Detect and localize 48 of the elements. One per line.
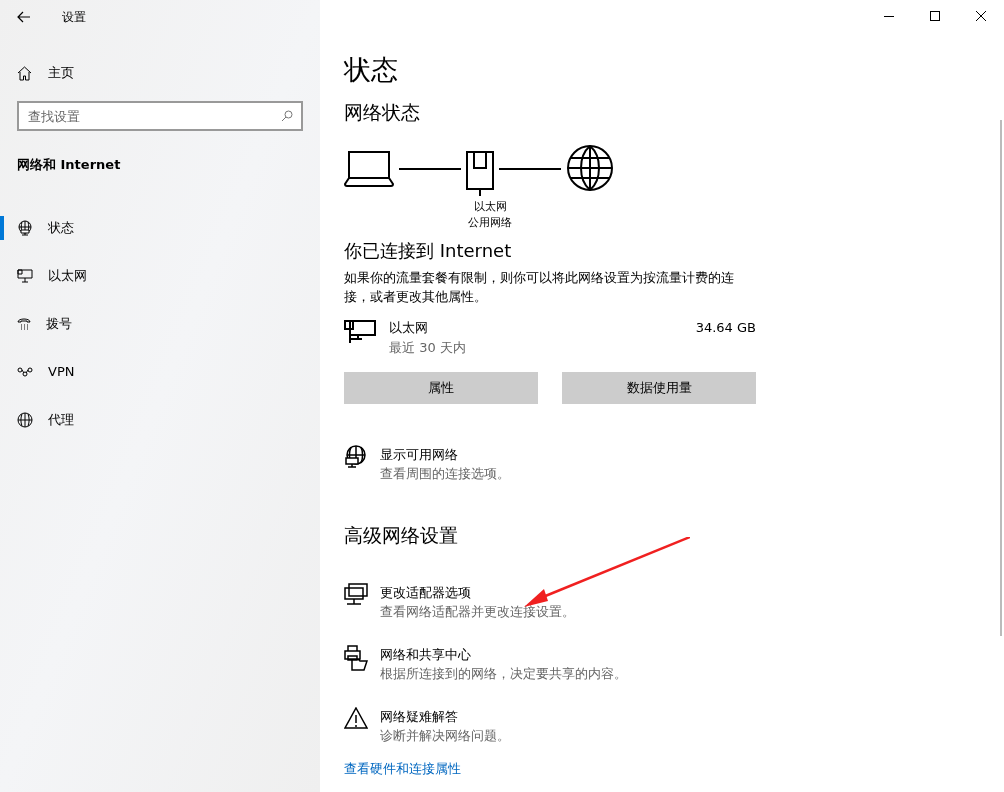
usage-name: 以太网: [389, 318, 429, 337]
ethernet-port-icon: [466, 150, 494, 196]
minimize-icon: [884, 15, 894, 17]
maximize-icon: [930, 11, 940, 21]
home-item[interactable]: 主页: [0, 55, 320, 91]
settings-link[interactable]: 网络疑难解答 诊断并解决网络问题。: [344, 707, 760, 745]
window-title: 设置: [62, 9, 86, 26]
section-heading: 高级网络设置: [344, 522, 459, 548]
laptop-icon: [344, 150, 394, 187]
globe-icon: [17, 411, 33, 428]
sidebar-item[interactable]: 拨号: [0, 299, 320, 348]
usage-amount: 34.64 GB: [695, 318, 756, 337]
back-arrow-icon: [17, 11, 31, 23]
action-button[interactable]: 属性: [344, 371, 538, 404]
scrollbar[interactable]: [1000, 120, 1002, 636]
close-icon: [976, 11, 986, 21]
search-icon: [281, 110, 293, 122]
sidebar-item[interactable]: 代理: [0, 395, 320, 444]
printer-folder-icon: [344, 645, 368, 671]
settings-link[interactable]: 显示可用网络 查看周围的连接选项。: [344, 444, 760, 483]
connection-line: [399, 167, 461, 170]
globe-icon: [566, 143, 614, 192]
network-profile-label: 公用网络: [468, 214, 512, 231]
page-title: 状态: [344, 53, 399, 87]
settings-link[interactable]: 网络和共享中心 根据所连接到的网络，决定要共享的内容。: [344, 645, 760, 683]
section-heading: 网络和 Internet: [17, 156, 122, 174]
hardware-properties-link[interactable]: 查看硬件和连接属性: [344, 759, 461, 779]
sidebar-item[interactable]: VPN: [0, 347, 320, 396]
home-icon: [17, 65, 32, 81]
ethernet-monitor-icon: [344, 317, 376, 344]
search-field[interactable]: 查找设置: [17, 101, 303, 131]
usage-period: 最近 30 天内: [389, 338, 467, 357]
connection-status: 你已连接到 Internet: [344, 238, 513, 263]
globe-monitor-icon: [17, 219, 33, 236]
adapter-label: 以太网: [473, 198, 507, 215]
action-button[interactable]: 数据使用量: [562, 371, 756, 404]
settings-link[interactable]: 更改适配器选项 查看网络适配器并更改连接设置。: [344, 583, 760, 621]
sidebar-item[interactable]: 以太网: [0, 251, 320, 300]
sidebar-item[interactable]: 状态: [0, 203, 320, 252]
vpn-icon: [17, 366, 33, 377]
connection-line: [499, 167, 561, 170]
warning-icon: [344, 707, 368, 729]
section-heading: 网络状态: [344, 100, 421, 125]
network-monitor-icon: [344, 583, 368, 607]
phone-icon: [17, 316, 31, 331]
ethernet-monitor-icon: [17, 268, 33, 283]
description-text: 如果你的流量套餐有限制，则你可以将此网络设置为按流量计费的连接，或者更改其他属性。: [344, 268, 735, 306]
globe-monitor-icon: [344, 444, 368, 469]
